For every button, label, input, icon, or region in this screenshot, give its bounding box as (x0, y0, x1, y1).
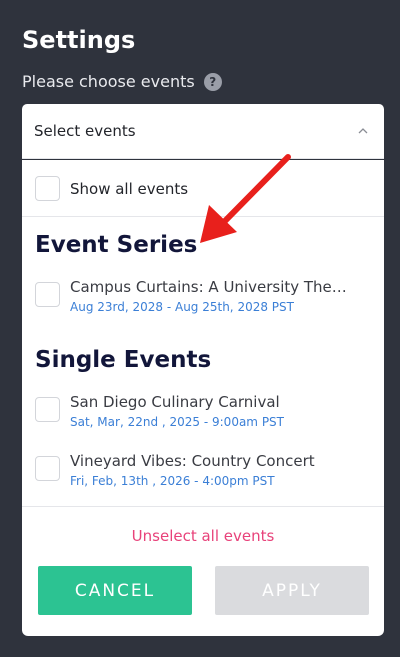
arrow-shaft (219, 154, 291, 227)
red-arrow-annotation (200, 154, 291, 243)
